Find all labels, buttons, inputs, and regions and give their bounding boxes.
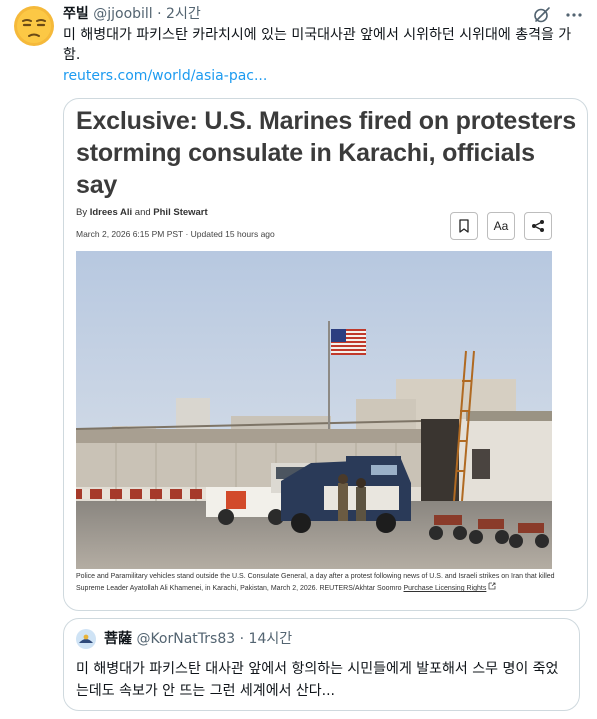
quoted-avatar[interactable] bbox=[76, 629, 96, 649]
photo-caption: Police and Paramilitary vehicles stand o… bbox=[76, 572, 556, 594]
author-name: Phil Stewart bbox=[153, 207, 208, 218]
post-header: 쭈빌 @jjoobill · 2시간 bbox=[63, 4, 201, 24]
share-icon bbox=[532, 220, 544, 232]
separator: · bbox=[239, 631, 245, 647]
quoted-post-header: 菩薩 @KorNatTrs83 · 14시간 bbox=[104, 629, 292, 649]
text-size-button: Aa bbox=[487, 212, 515, 240]
share-button bbox=[524, 212, 552, 240]
author-name: Idrees Ali bbox=[89, 207, 133, 218]
byline-and: and bbox=[134, 207, 151, 218]
byline-prefix: By bbox=[76, 207, 88, 218]
display-name[interactable]: 쭈빌 bbox=[63, 6, 89, 22]
post-time[interactable]: 14시간 bbox=[249, 631, 293, 647]
article-dateline: March 2, 2026 6:15 PM PST · Updated 15 h… bbox=[76, 229, 275, 239]
separator: · bbox=[157, 6, 162, 22]
article-image-card[interactable]: Exclusive: U.S. Marines fired on protest… bbox=[63, 98, 588, 611]
article-byline: By Idrees Ali and Phil Stewart bbox=[76, 207, 208, 218]
post-link[interactable]: reuters.com/world/asia-pac... bbox=[63, 66, 267, 86]
external-link-icon bbox=[488, 582, 496, 592]
bookmark-icon bbox=[459, 219, 469, 233]
user-handle[interactable]: @KorNatTrs83 bbox=[136, 631, 235, 647]
more-icon[interactable] bbox=[565, 6, 583, 24]
header-actions bbox=[533, 6, 583, 24]
post-text: 미 해병대가 파키스탄 카라치시에 있는 미국대사관 앞에서 시위하던 시위대에… bbox=[63, 27, 572, 63]
avatar[interactable] bbox=[14, 6, 54, 46]
article-photo bbox=[75, 251, 552, 569]
quoted-post-text: 미 해병대가 파키스탄 대사관 앞에서 항의하는 시민들에게 발포해서 스무 명… bbox=[76, 661, 559, 699]
bookmark-button bbox=[450, 212, 478, 240]
article-headline: Exclusive: U.S. Marines fired on protest… bbox=[76, 107, 576, 199]
grok-icon[interactable] bbox=[533, 6, 551, 24]
user-handle[interactable]: @jjoobill bbox=[93, 6, 152, 22]
quoted-post[interactable]: 菩薩 @KorNatTrs83 · 14시간 미 해병대가 파키스탄 대사관 앞… bbox=[63, 618, 580, 711]
license-link: Purchase Licensing Rights bbox=[403, 585, 487, 592]
post-time[interactable]: 2시간 bbox=[166, 6, 201, 22]
display-name[interactable]: 菩薩 bbox=[104, 631, 132, 647]
